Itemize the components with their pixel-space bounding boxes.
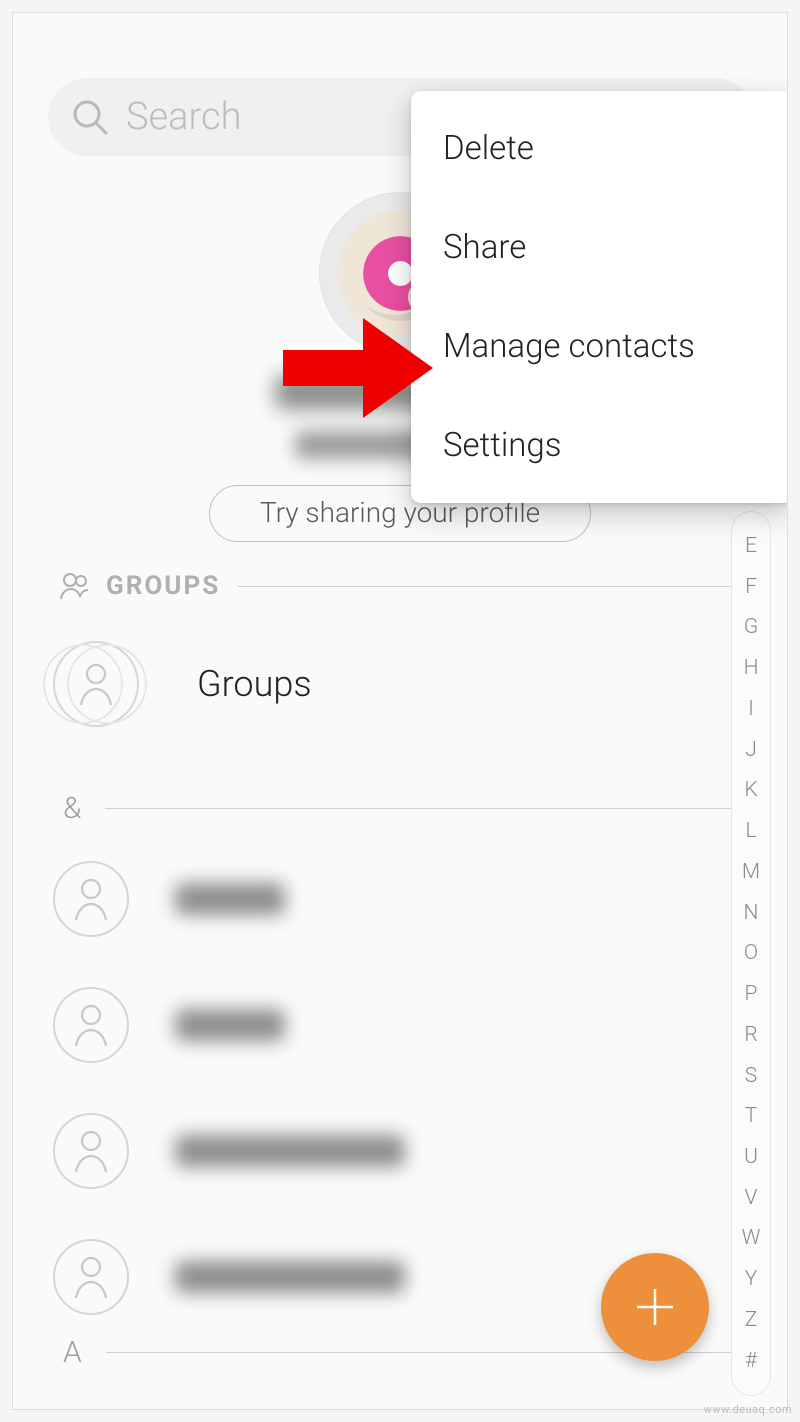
contact-row[interactable] (53, 861, 703, 937)
index-letter[interactable]: J (732, 730, 770, 771)
section-letter: & (63, 791, 81, 826)
index-letter[interactable]: N (732, 893, 770, 934)
contact-name-redacted (175, 1261, 405, 1293)
plus-icon (633, 1285, 677, 1329)
contact-row[interactable] (53, 1113, 703, 1189)
contact-name-redacted (175, 883, 285, 915)
index-letter[interactable]: I (732, 689, 770, 730)
contact-name-redacted (175, 1009, 285, 1041)
section-letter: A (63, 1335, 82, 1370)
index-letter[interactable]: V (732, 1178, 770, 1219)
index-letter[interactable]: G (732, 607, 770, 648)
person-icon (53, 1113, 129, 1189)
menu-delete[interactable]: Delete (411, 99, 788, 198)
groups-icon (58, 569, 92, 603)
alphabet-index[interactable]: EFGHIJKLMNOPRSTUVWYZ# (731, 511, 771, 1396)
person-icon (53, 987, 129, 1063)
index-letter[interactable]: E (732, 526, 770, 567)
index-letter[interactable]: U (732, 1137, 770, 1178)
index-letter[interactable]: P (732, 974, 770, 1015)
contacts-screen: Search Try sharing your profile GROUPS G… (12, 12, 788, 1410)
index-letter[interactable]: T (732, 1096, 770, 1137)
index-letter[interactable]: M (732, 852, 770, 893)
watermark: www.deuaq.com (704, 1403, 792, 1416)
search-icon (70, 97, 110, 137)
groups-avatar-icon (53, 641, 139, 727)
index-letter[interactable]: R (732, 1015, 770, 1056)
groups-label: GROUPS (106, 571, 220, 601)
index-letter[interactable]: F (732, 567, 770, 608)
person-icon (53, 861, 129, 937)
search-placeholder: Search (126, 95, 241, 139)
index-letter[interactable]: K (732, 770, 770, 811)
divider (238, 586, 738, 587)
groups-section-header: GROUPS (58, 569, 738, 603)
divider (105, 808, 743, 809)
contact-name-redacted (175, 1135, 405, 1167)
index-letter[interactable]: Y (732, 1259, 770, 1300)
overflow-menu: Delete Share Manage contacts Settings (411, 91, 788, 503)
menu-manage-contacts[interactable]: Manage contacts (411, 297, 788, 396)
add-contact-fab[interactable] (601, 1253, 709, 1361)
menu-settings[interactable]: Settings (411, 396, 788, 495)
section-header-amp: & (63, 791, 743, 826)
groups-row-label: Groups (197, 663, 312, 705)
index-letter[interactable]: L (732, 811, 770, 852)
groups-row[interactable]: Groups (53, 641, 703, 727)
menu-share[interactable]: Share (411, 198, 788, 297)
index-letter[interactable]: O (732, 933, 770, 974)
person-icon (53, 1239, 129, 1315)
index-letter[interactable]: # (732, 1341, 770, 1382)
contact-row[interactable] (53, 987, 703, 1063)
index-letter[interactable]: W (732, 1218, 770, 1259)
index-letter[interactable]: Z (732, 1300, 770, 1341)
index-letter[interactable]: H (732, 648, 770, 689)
index-letter[interactable]: S (732, 1056, 770, 1097)
